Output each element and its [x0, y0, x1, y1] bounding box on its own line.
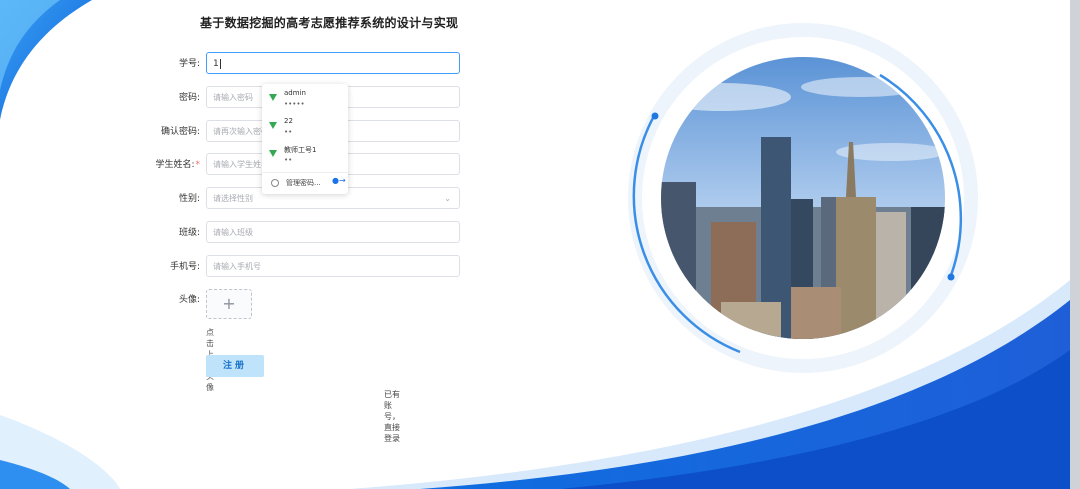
login-link[interactable]: 已有账号，直接登录 — [384, 389, 400, 444]
avatar-upload-button[interactable]: + — [206, 289, 252, 319]
key-icon: ●→ — [332, 176, 346, 185]
saved-username: 教师工号1 — [284, 146, 317, 154]
row-phone: 手机号: 请输入手机号 — [150, 255, 470, 279]
row-avatar: 头像: — [150, 288, 470, 312]
saved-password-mask: •• — [284, 128, 293, 136]
register-button[interactable]: 注册 — [206, 355, 264, 377]
phone-label: 手机号: — [169, 262, 200, 272]
saved-password-item[interactable]: 教师工号1 •• — [262, 142, 348, 170]
avatar-label: 头像: — [178, 295, 200, 305]
chevron-down-icon: ⌄ — [444, 194, 451, 203]
saved-password-mask: ••••• — [284, 100, 305, 108]
row-class: 班级: 请输入班级 — [150, 221, 470, 245]
saved-password-mask: •• — [284, 156, 293, 164]
row-student-id: 学号: 1 — [150, 52, 470, 76]
student-id-label: 学号: — [178, 59, 200, 69]
key-icon — [269, 122, 277, 129]
class-input[interactable]: 请输入班级 — [206, 221, 460, 243]
chrome-icon — [271, 179, 279, 187]
saved-password-popup: admin ••••• 22 •• 教师工号1 •• 管理密码... ●→ — [262, 84, 348, 194]
key-icon — [269, 150, 277, 157]
plus-icon: + — [222, 294, 236, 313]
key-icon — [269, 94, 277, 101]
phone-input[interactable]: 请输入手机号 — [206, 255, 460, 277]
password-label: 密码: — [178, 93, 200, 103]
gender-label: 性别: — [178, 194, 200, 204]
student-id-value: 1 — [213, 59, 219, 69]
city-skyline-image — [661, 57, 945, 339]
manage-passwords-item[interactable]: 管理密码... ●→ — [262, 176, 348, 192]
saved-username: 22 — [284, 117, 293, 125]
page-title: 基于数据挖掘的高考志愿推荐系统的设计与实现 — [200, 16, 459, 30]
confirm-password-label: 确认密码: — [160, 127, 200, 137]
student-id-input[interactable]: 1 — [206, 52, 460, 74]
manage-passwords-label: 管理密码... — [286, 179, 321, 187]
saved-password-item[interactable]: admin ••••• — [262, 86, 348, 114]
gender-placeholder: 请选择性别 — [213, 194, 253, 203]
required-mark: * — [195, 160, 201, 170]
student-name-label: 学生姓名:* — [150, 153, 200, 177]
student-name-label-text: 学生姓名: — [155, 160, 195, 170]
saved-username: admin — [284, 89, 306, 97]
divider — [262, 172, 348, 173]
saved-password-item[interactable]: 22 •• — [262, 114, 348, 142]
text-caret — [219, 58, 221, 69]
class-label: 班级: — [178, 228, 200, 238]
